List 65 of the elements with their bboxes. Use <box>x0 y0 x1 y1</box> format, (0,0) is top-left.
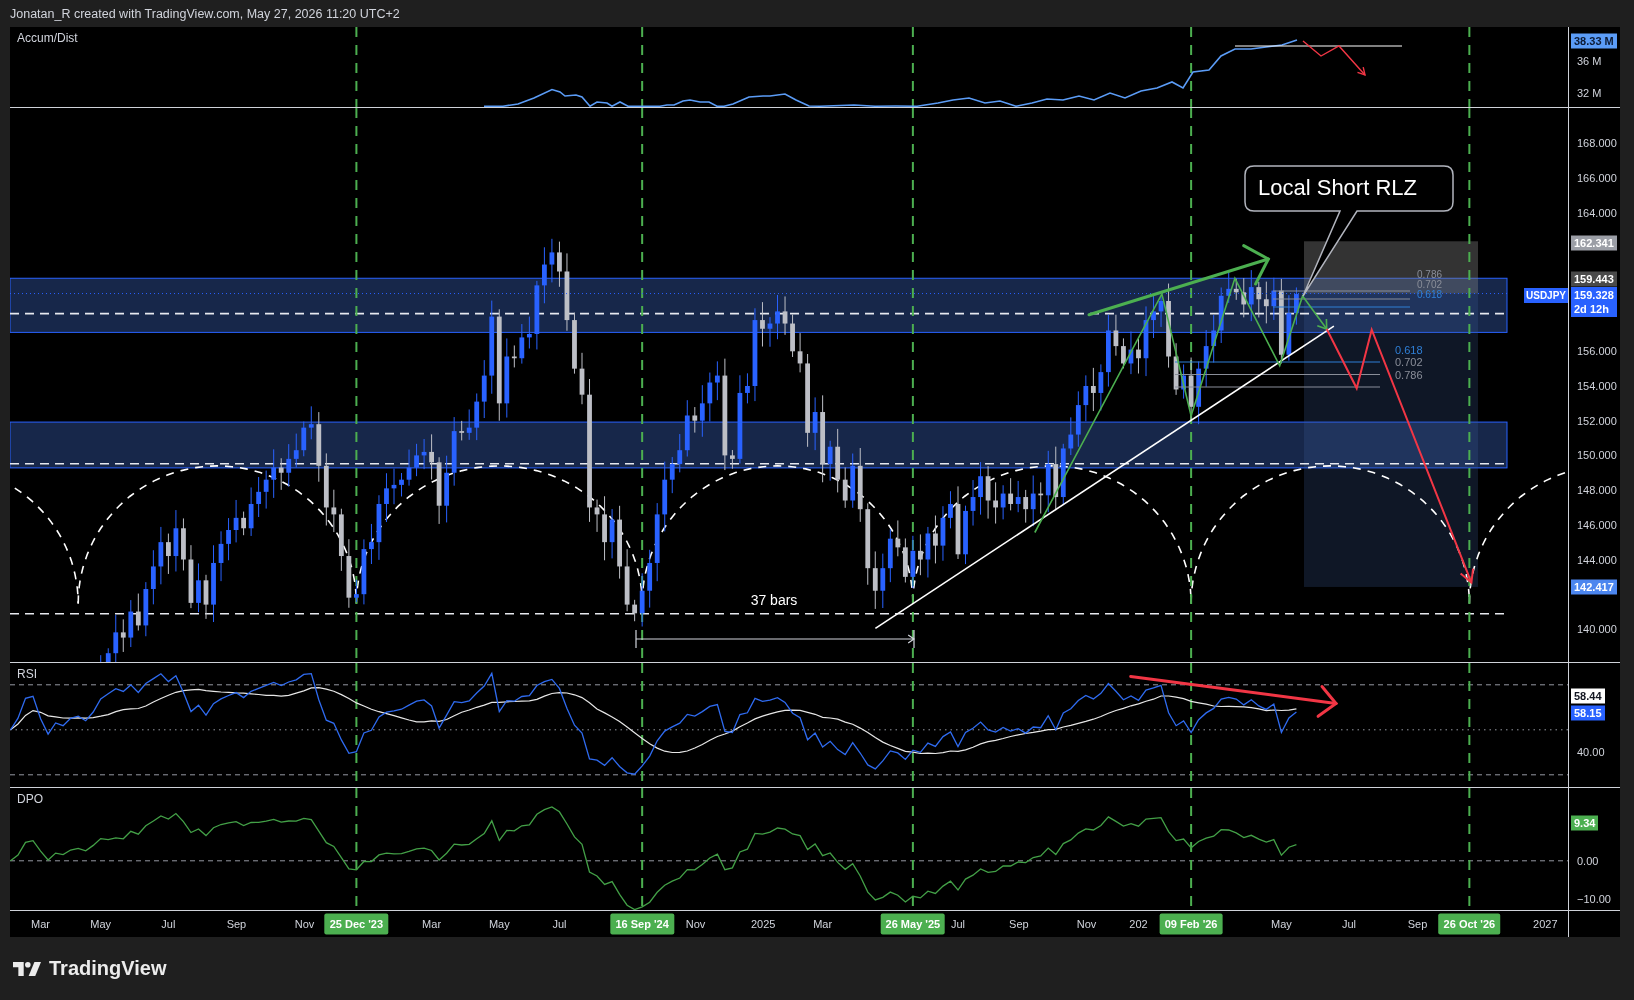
header-caption: Jonatan_R created with TradingView.com, May 27, 2026 11:20 UTC+2 <box>10 6 400 21</box>
indicator-title: DPO <box>17 792 43 806</box>
price-text: 159.328 <box>1574 287 1614 302</box>
callout-text: Local Short RLZ <box>1258 175 1417 201</box>
value-label: 58.15 <box>1571 705 1605 721</box>
axis-label: 40.00 <box>1577 745 1605 759</box>
logo-icon <box>12 961 42 976</box>
axis-label: 36 M <box>1577 54 1602 67</box>
date-label: 2025 <box>751 917 776 931</box>
axis-label: 168.000 <box>1577 136 1617 150</box>
bars-count-label: 37 bars <box>750 592 798 608</box>
date-label: May <box>90 917 112 931</box>
date-label: Sep <box>226 917 247 931</box>
symbol-tag: USDJPY <box>1524 288 1568 303</box>
axis-label: 164.000 <box>1577 206 1617 219</box>
price-label: 159.443 <box>1571 271 1617 287</box>
fib-label: 0.786 <box>1417 270 1443 280</box>
indicator-title: RSI <box>17 667 37 681</box>
date-label: Nov <box>685 917 706 931</box>
indicator-title: Accum/Dist <box>17 31 78 45</box>
brand-name: TradingView <box>49 957 167 980</box>
date-label: May <box>488 917 510 931</box>
date-marker: 16 Sep '24 <box>610 913 674 935</box>
date-label: Nov <box>294 917 315 931</box>
axis-label: 152.000 <box>1577 414 1617 428</box>
value-label: 9.34 <box>1571 815 1599 831</box>
date-marker: 26 Oct '26 <box>1438 913 1501 935</box>
date-marker: 09 Feb '26 <box>1159 913 1223 935</box>
fib-label: 0.786 <box>1395 369 1423 381</box>
date-label: 202 <box>1129 917 1148 931</box>
axis-label: 154.000 <box>1577 379 1617 393</box>
date-label: May <box>1270 917 1292 931</box>
axis-label: 166.000 <box>1577 171 1617 185</box>
fib-label: 0.702 <box>1395 356 1423 368</box>
date-label: Mar <box>813 917 833 931</box>
axis-label: 146.000 <box>1577 518 1617 532</box>
price-label: 142.417 <box>1571 579 1617 595</box>
countdown-text: 2d 12h <box>1574 301 1610 316</box>
date-label: Mar <box>31 917 50 931</box>
projection-arrow <box>1302 40 1366 77</box>
fib-label: 0.618 <box>1395 344 1423 356</box>
date-marker: 26 May '25 <box>880 913 946 935</box>
date-label: Mar <box>422 917 442 931</box>
date-label: Nov <box>1076 917 1097 931</box>
price-label: 162.341 <box>1571 235 1617 251</box>
axis-label: 32 M <box>1577 86 1602 100</box>
fib-label: 0.618 <box>1417 290 1443 300</box>
date-marker: 25 Dec '23 <box>324 913 389 935</box>
axis-label: 140.000 <box>1577 622 1617 636</box>
axis-label: −10.00 <box>1577 892 1611 906</box>
date-label: Jul <box>161 917 176 931</box>
axis-label: 156.000 <box>1577 344 1617 358</box>
date-label: Sep <box>1009 917 1029 931</box>
axis-label: 148.000 <box>1577 483 1617 497</box>
date-label: Jul <box>1342 917 1357 931</box>
axis-label: 144.000 <box>1577 553 1617 566</box>
value-label: 58.44 <box>1571 688 1605 704</box>
value-label: 38.33 M <box>1571 33 1617 49</box>
date-label: Jul <box>950 917 966 931</box>
fib-label: 0.702 <box>1417 280 1443 290</box>
date-label: 2027 <box>1533 917 1558 931</box>
axis-label: 0.00 <box>1577 854 1599 868</box>
axis-label: 150.000 <box>1577 448 1617 462</box>
date-label: Sep <box>1407 917 1428 931</box>
date-label: Jul <box>552 917 567 931</box>
